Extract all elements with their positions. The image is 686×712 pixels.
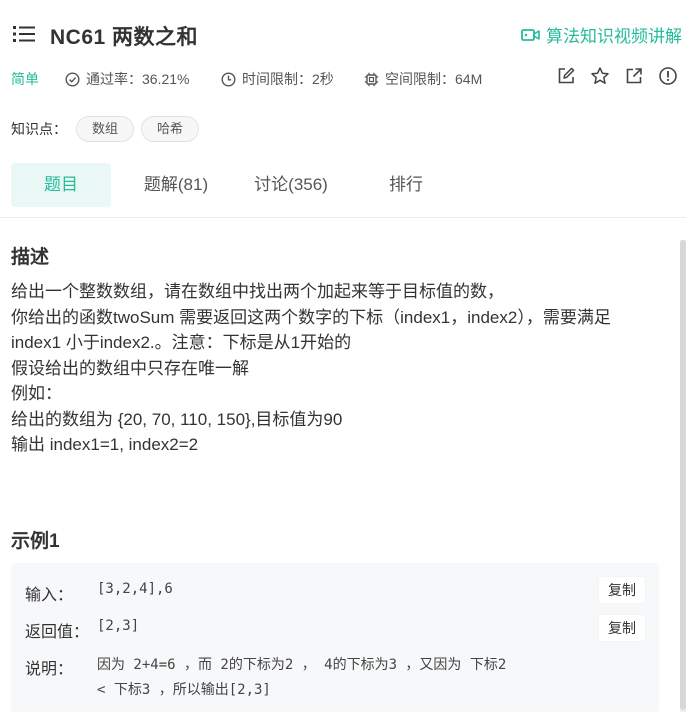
check-circle-icon [65, 71, 80, 87]
description-line: 你给出的函数twoSum 需要返回这两个数字的下标（index1，index2）… [11, 307, 611, 327]
description-body: 给出一个整数数组，请在数组中找出两个加起来等于目标值的数， 你给出的函数twoS… [11, 279, 671, 458]
pass-rate: 通过率：36.21% [65, 69, 189, 89]
input-label: 输入： [25, 587, 74, 604]
explain-line: < 下标3 ，所以输出[2,3] [97, 682, 271, 698]
description-line: index1 小于index2.。注意：下标是从1开始的 [11, 333, 352, 352]
description-line: 例如： [11, 384, 62, 403]
problem-header: NC61 两数之和 算法知识视频讲解 [0, 0, 686, 70]
example-title: 示例1 [11, 531, 60, 552]
example-box: 输入： [3,2,4],6 复制 返回值： [2,3] 复制 说明： 因为 2+… [11, 563, 659, 712]
description-line: 给出一个整数数组，请在数组中找出两个加起来等于目标值的数， [11, 282, 504, 301]
tab-solutions[interactable]: 题解(81) [131, 163, 221, 207]
space-limit-text: 空间限制：64M [385, 71, 483, 87]
copy-input-button[interactable]: 复制 [599, 577, 645, 603]
video-explain-label: 算法知识视频讲解 [546, 27, 682, 46]
explain-value: 因为 2+4=6 ，而 2的下标为2 ， 4的下标为3 ，又因为 下标2 < 下… [97, 653, 506, 703]
tab-ranking[interactable]: 排行 [361, 163, 451, 207]
video-camera-icon [521, 28, 540, 41]
tag-hash[interactable]: 哈希 [141, 116, 200, 142]
tab-discussion[interactable]: 讨论(356) [241, 163, 341, 207]
problem-tabs: 题目 题解(81) 讨论(356) 排行 [0, 162, 686, 218]
time-limit-text: 时间限制：2秒 [242, 71, 334, 87]
page-title: NC61 两数之和 [50, 26, 199, 49]
space-limit: 空间限制：64M [364, 69, 482, 89]
clock-icon [221, 71, 236, 87]
star-icon[interactable] [590, 66, 610, 86]
output-label: 返回值： [25, 624, 90, 641]
copy-output-button[interactable]: 复制 [599, 615, 645, 641]
knowledge-tags: 知识点： 数组 哈希 [11, 116, 206, 142]
report-icon[interactable] [658, 66, 678, 86]
difficulty-badge: 简单 [11, 71, 39, 87]
description-line: 输出 index1=1, index2=2 [11, 435, 199, 454]
tags-label: 知识点： [11, 121, 67, 137]
input-value: [3,2,4],6 [97, 581, 173, 597]
output-value: [2,3] [97, 618, 140, 634]
description-line: 假设给出的数组中只存在唯一解 [11, 358, 249, 378]
explain-label: 说明： [25, 661, 74, 678]
menu-icon[interactable] [13, 25, 35, 43]
video-explain-link[interactable]: 算法知识视频讲解 [521, 22, 682, 47]
problem-actions [556, 66, 678, 86]
scrollbar-thumb[interactable] [680, 240, 686, 710]
time-limit: 时间限制：2秒 [221, 69, 334, 89]
tab-problem[interactable]: 题目 [11, 163, 111, 207]
problem-meta: 简单 通过率：36.21% 时间限制：2秒 空间限制：64M [0, 66, 686, 92]
share-icon[interactable] [624, 66, 644, 86]
description-line: 给出的数组为 {20, 70, 110, 150},目标值为90 [11, 409, 343, 429]
explain-line: 因为 2+4=6 ，而 2的下标为2 ， 4的下标为3 ，又因为 下标2 [97, 657, 507, 673]
chip-icon [364, 72, 379, 86]
description-title: 描述 [11, 247, 50, 268]
pass-rate-text: 通过率：36.21% [86, 71, 190, 87]
tag-array[interactable]: 数组 [76, 116, 135, 142]
edit-icon[interactable] [556, 66, 576, 86]
